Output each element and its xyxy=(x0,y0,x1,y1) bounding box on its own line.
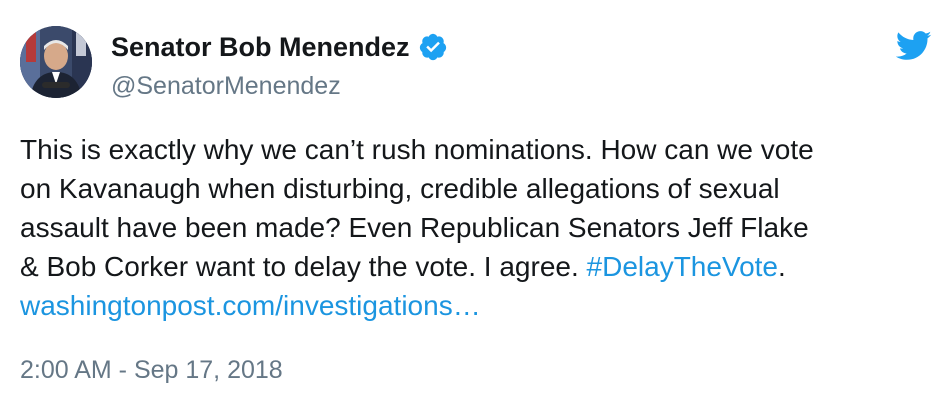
tweet-text-line: This is exactly why we can’t rush nomina… xyxy=(20,134,814,165)
avatar[interactable] xyxy=(20,26,92,98)
tweet-text: This is exactly why we can’t rush nomina… xyxy=(20,130,932,325)
twitter-bird-icon[interactable] xyxy=(895,31,932,61)
tweet-text-line: & Bob Corker want to delay the vote. I a… xyxy=(20,247,932,286)
tweet-text-fragment: & Bob Corker want to delay the vote. I a… xyxy=(20,251,587,282)
tweet-text-line: on Kavanaugh when disturbing, credible a… xyxy=(20,173,780,204)
author-name-row: Senator Bob Menendez xyxy=(111,30,448,64)
tweet-timestamp[interactable]: 2:00 AM - Sep 17, 2018 xyxy=(20,356,283,385)
author-display-name[interactable]: Senator Bob Menendez xyxy=(111,32,410,63)
tweet-text-fragment: . xyxy=(778,251,786,282)
author-handle[interactable]: @SenatorMenendez xyxy=(111,72,341,101)
hashtag-link[interactable]: #DelayTheVote xyxy=(587,251,778,282)
verified-badge-icon xyxy=(418,32,448,62)
tweet-text-line: assault have been made? Even Republican … xyxy=(20,212,809,243)
article-link[interactable]: washingtonpost.com/investigations… xyxy=(20,286,932,325)
tweet-card: Senator Bob Menendez @SenatorMenendez Th… xyxy=(0,0,946,407)
